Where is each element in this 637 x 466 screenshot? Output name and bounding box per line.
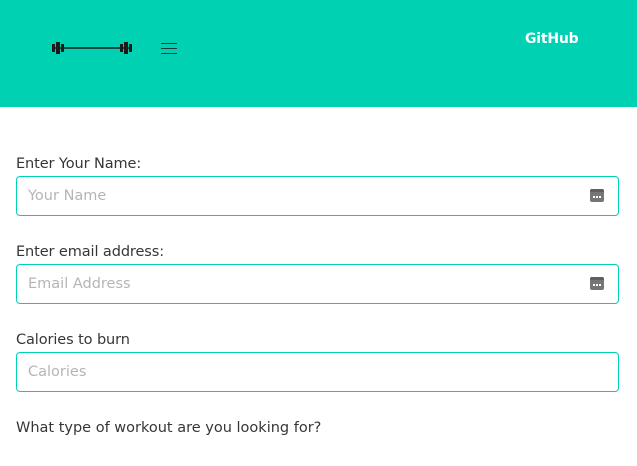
github-link[interactable]: GitHub [525, 31, 579, 47]
email-label: Enter email address: [16, 244, 164, 260]
hamburger-icon[interactable] [156, 36, 182, 60]
email-field[interactable] [16, 264, 619, 304]
email-input[interactable] [17, 265, 618, 303]
name-label: Enter Your Name: [16, 156, 142, 172]
hamburger-line [161, 43, 177, 44]
calories-label: Calories to burn [16, 332, 130, 348]
name-field[interactable] [16, 176, 619, 216]
calories-field[interactable] [16, 352, 619, 392]
name-input[interactable] [17, 177, 618, 215]
workout-type-question: What type of workout are you looking for… [16, 420, 322, 436]
calories-input[interactable] [17, 353, 618, 391]
autofill-icon[interactable] [590, 277, 604, 290]
hamburger-line [161, 48, 177, 49]
hamburger-line [161, 53, 177, 54]
navbar: GitHub [0, 0, 637, 107]
barbell-icon[interactable] [50, 40, 134, 56]
autofill-icon[interactable] [590, 189, 604, 202]
